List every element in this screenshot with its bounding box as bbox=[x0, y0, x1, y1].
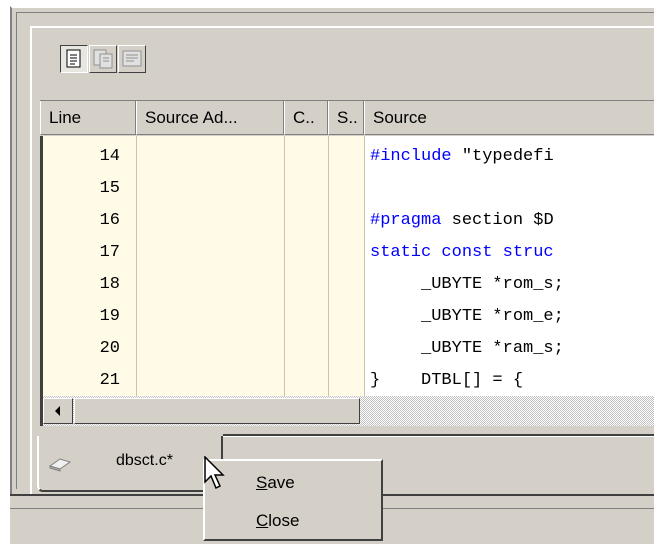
col-s[interactable]: S.. bbox=[328, 101, 364, 135]
table-row[interactable]: 16 #pragma section $D bbox=[44, 205, 654, 237]
table-row[interactable]: 14 #include "typedefi bbox=[44, 141, 654, 173]
mixed-mode-button[interactable] bbox=[89, 45, 117, 73]
document-icon bbox=[66, 49, 81, 68]
disassembly-mode-button[interactable] bbox=[118, 45, 146, 73]
table-row[interactable]: 20 _UBYTE *ram_s; bbox=[44, 333, 654, 365]
table-row[interactable]: 21} DTBL[] = { bbox=[44, 365, 654, 397]
table-row[interactable]: 19 _UBYTE *rom_e; bbox=[44, 301, 654, 333]
col-source[interactable]: Source bbox=[364, 101, 654, 135]
arrow-left-icon bbox=[55, 406, 60, 416]
source-mode-button[interactable] bbox=[60, 45, 88, 73]
disassembly-view-icon bbox=[122, 50, 142, 67]
table-row[interactable]: 18 _UBYTE *rom_s; bbox=[44, 269, 654, 301]
col-source-address[interactable]: Source Ad... bbox=[136, 101, 284, 135]
col-line[interactable]: Line bbox=[40, 101, 136, 135]
mouse-pointer-icon bbox=[204, 455, 228, 497]
table-row[interactable]: 15 bbox=[44, 173, 654, 205]
scrollbar-thumb[interactable] bbox=[74, 398, 360, 424]
col-c[interactable]: C.. bbox=[284, 101, 328, 135]
table-row[interactable]: 17 static const struc bbox=[44, 237, 654, 269]
file-icon bbox=[48, 456, 72, 477]
scroll-left-button[interactable] bbox=[43, 398, 73, 424]
tab-strip-highlight bbox=[223, 436, 654, 437]
mixed-view-icon bbox=[93, 49, 113, 69]
file-tab-label[interactable]: dbsct.c* bbox=[116, 452, 173, 470]
menu-item-close[interactable]: Close bbox=[256, 511, 299, 531]
column-header: Line Source Ad... C.. S.. Source bbox=[40, 100, 654, 137]
menu-item-save[interactable]: Save bbox=[256, 473, 295, 493]
